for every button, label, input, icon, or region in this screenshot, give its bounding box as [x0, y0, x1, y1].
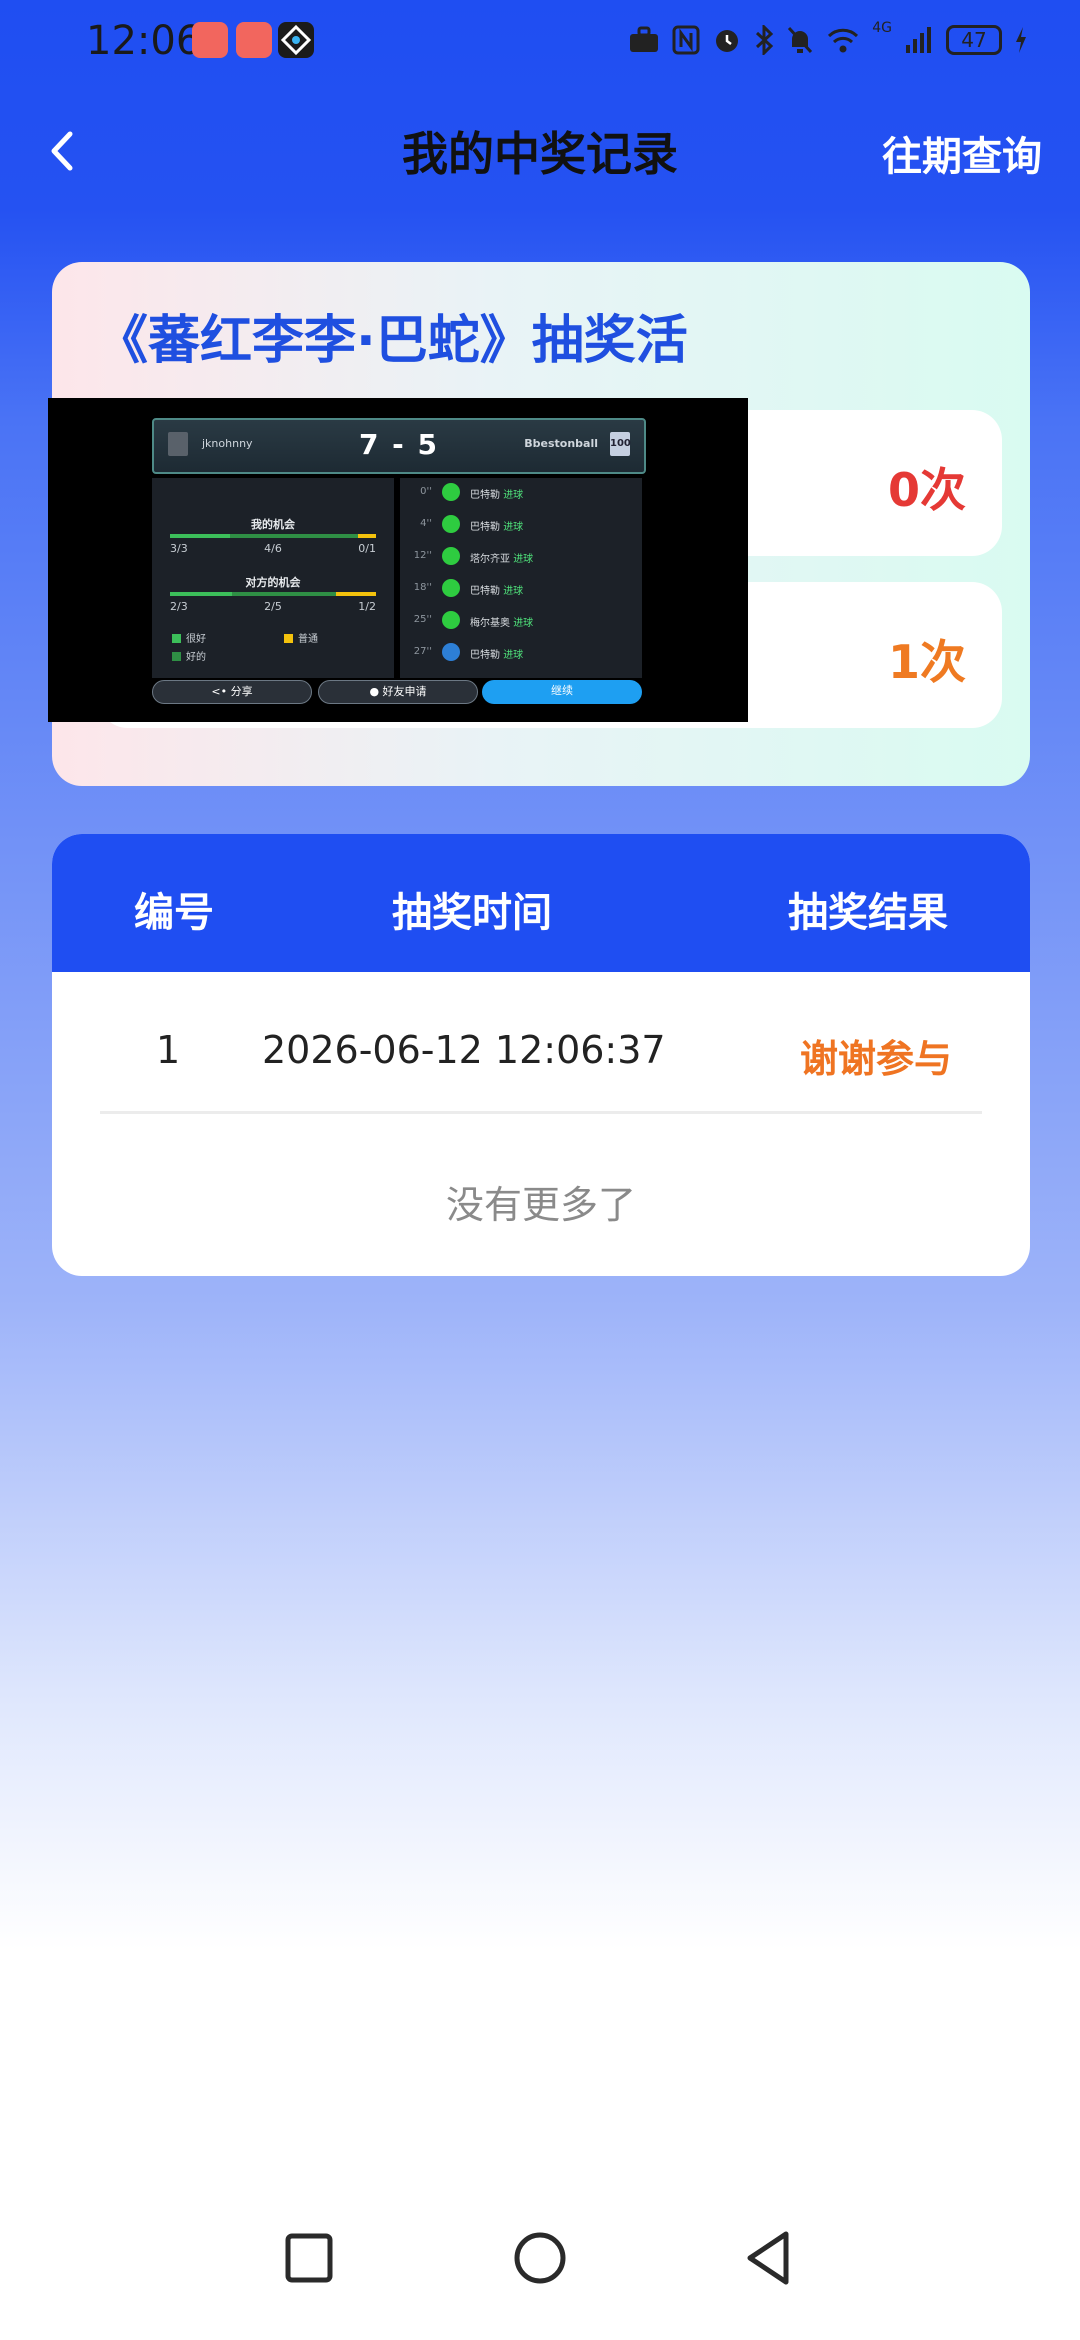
- system-icons: 4G 47: [628, 20, 1028, 60]
- header-id: 编号: [134, 890, 214, 936]
- stat-value: 0次: [887, 463, 966, 517]
- share-icon: <•: [211, 685, 231, 698]
- ball-icon: [442, 643, 460, 661]
- team-badge-icon: 100: [610, 432, 631, 456]
- legend-item: 普通: [284, 630, 318, 645]
- opp-chances-label: 对方的机会: [245, 576, 301, 589]
- ball-icon: [442, 483, 460, 501]
- row-result: 谢谢参与: [800, 1037, 953, 1081]
- history-query-button[interactable]: 往期查询: [882, 124, 1042, 182]
- huawei-app-icon: [192, 22, 228, 58]
- my-chances-values: 3/3 4/6 0/1: [170, 542, 376, 555]
- goal-event: 12'' 塔尔齐亚 进球: [400, 546, 642, 568]
- match-result-overlay[interactable]: jknohnny 7 - 5 Bbestonball 100 我的机会 3/3 4…: [48, 398, 748, 722]
- opp-chances-values: 2/3 2/5 1/2: [170, 600, 376, 613]
- score-bar: jknohnny 7 - 5 Bbestonball 100: [152, 418, 646, 474]
- table-row: 1 2026-06-12 12:06:37 谢谢参与: [52, 972, 1030, 1112]
- bluetooth-icon: [756, 25, 774, 55]
- signal-icon: [906, 27, 931, 53]
- goal-event: 4'' 巴特勒 进球: [400, 514, 642, 536]
- ball-icon: [442, 611, 460, 629]
- row-time: 2026-06-12 12:06:37: [262, 1028, 666, 1072]
- records-table-header: 编号 抽奖时间 抽奖结果: [52, 834, 1030, 972]
- no-more-text: 没有更多了: [445, 1183, 636, 1227]
- system-nav-bar: [0, 2230, 1080, 2310]
- my-chances-label: 我的机会: [251, 518, 295, 531]
- share-button[interactable]: <• 分享: [152, 680, 312, 704]
- nfc-icon: [672, 25, 700, 55]
- home-button[interactable]: [512, 2230, 568, 2290]
- ball-icon: [442, 547, 460, 565]
- ball-icon: [442, 515, 460, 533]
- app-header: 我的中奖记录 往期查询: [0, 110, 1080, 190]
- row-divider: [100, 1111, 982, 1114]
- mute-bell-icon: [788, 26, 813, 54]
- back-nav-button[interactable]: [744, 2230, 794, 2290]
- alarm-icon: [716, 30, 739, 52]
- battery-level: 47: [961, 28, 987, 52]
- legend-item: 好的: [172, 648, 206, 663]
- header-result: 抽奖结果: [788, 890, 948, 936]
- header-time: 抽奖时间: [392, 890, 552, 936]
- player-right-name: Bbestonball: [524, 437, 598, 450]
- battery-icon: 47: [946, 25, 1002, 55]
- opp-chances-bar: [170, 592, 376, 596]
- friend-request-button[interactable]: ● 好友申请: [318, 680, 478, 704]
- goal-event: 25'' 梅尔基奥 进球: [400, 610, 642, 632]
- recent-apps-button[interactable]: [284, 2230, 334, 2290]
- status-time: 12:06: [86, 18, 202, 64]
- game-app-icon: [278, 22, 314, 58]
- ball-icon: [442, 579, 460, 597]
- records-card: 编号 抽奖时间 抽奖结果 1 2026-06-12 12:06:37 谢谢参与 …: [52, 834, 1030, 1276]
- continue-button[interactable]: 继续: [482, 680, 642, 704]
- goal-event: 27'' 巴特勒 进球: [400, 642, 642, 664]
- huawei-app-icon: [236, 22, 272, 58]
- stat-value: 1次: [887, 635, 966, 689]
- status-bar: 12:06 4G 47: [0, 0, 1080, 80]
- legend-item: 很好: [172, 630, 206, 645]
- briefcase-icon: [630, 26, 659, 52]
- person-icon: ●: [369, 685, 383, 698]
- wifi-icon: [828, 28, 859, 53]
- goal-events-panel: 0'' 巴特勒 进球 4'' 巴特勒 进球 12'' 塔尔齐亚 进球 18'' 巴特勒 …: [400, 478, 642, 678]
- my-chances-bar: [170, 534, 376, 538]
- chances-panel: 我的机会 3/3 4/6 0/1 对方的机会 2/3 2/5 1/2 很好 普通 好的: [152, 478, 394, 678]
- charging-icon: [1016, 27, 1026, 53]
- goal-event: 0'' 巴特勒 进球: [400, 482, 642, 504]
- goal-event: 18'' 巴特勒 进球: [400, 578, 642, 600]
- activity-title: 《蕃红李李·巴蛇》抽奖活: [96, 311, 688, 371]
- network-type-label: 4G: [872, 20, 892, 36]
- row-id: 1: [156, 1028, 181, 1072]
